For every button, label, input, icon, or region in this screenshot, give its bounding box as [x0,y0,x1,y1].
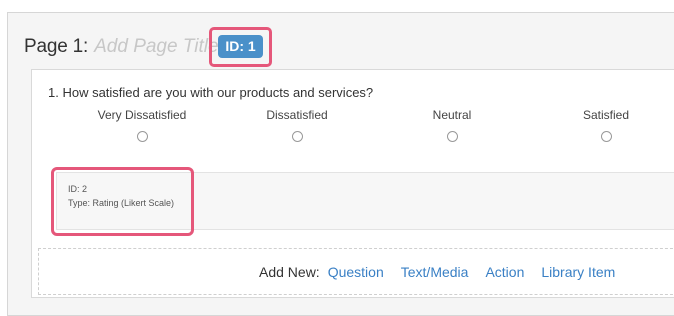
radio-button[interactable] [291,131,303,142]
page-title-input[interactable]: Add Page Title [94,36,218,58]
add-new-label: Add New: [259,264,320,280]
likert-option-label: Satisfied [582,108,630,122]
page-label: Page 1: [24,36,89,57]
radio-button[interactable] [600,131,612,142]
likert-option-label: Neutral [432,108,472,122]
question-type-label: Type: Rating (Likert Scale) [68,198,175,208]
page-id-badge: ID: 1 [218,35,263,58]
likert-option-dissatisfied: Dissatisfied [237,108,357,142]
add-text-media-link[interactable]: Text/Media [401,264,469,280]
add-library-item-link[interactable]: Library Item [541,264,615,280]
question-text[interactable]: 1. How satisfied are you with our produc… [48,85,373,100]
radio-button[interactable] [136,131,148,142]
likert-option-neutral: Neutral [392,108,512,142]
add-question-link[interactable]: Question [328,264,384,280]
page-header: Page 1: Add Page Title [24,32,219,62]
question-id-label: ID: 2 [68,184,88,194]
likert-option-label: Dissatisfied [266,108,328,122]
add-new-row: Add New: Question Text/Media Action Libr… [259,264,632,280]
likert-option-satisfied: Satisfied [546,108,666,142]
radio-button[interactable] [446,131,458,142]
likert-option-label: Very Dissatisfied [97,108,187,122]
add-action-link[interactable]: Action [485,264,524,280]
likert-option-very-dissatisfied: Very Dissatisfied [82,108,202,142]
